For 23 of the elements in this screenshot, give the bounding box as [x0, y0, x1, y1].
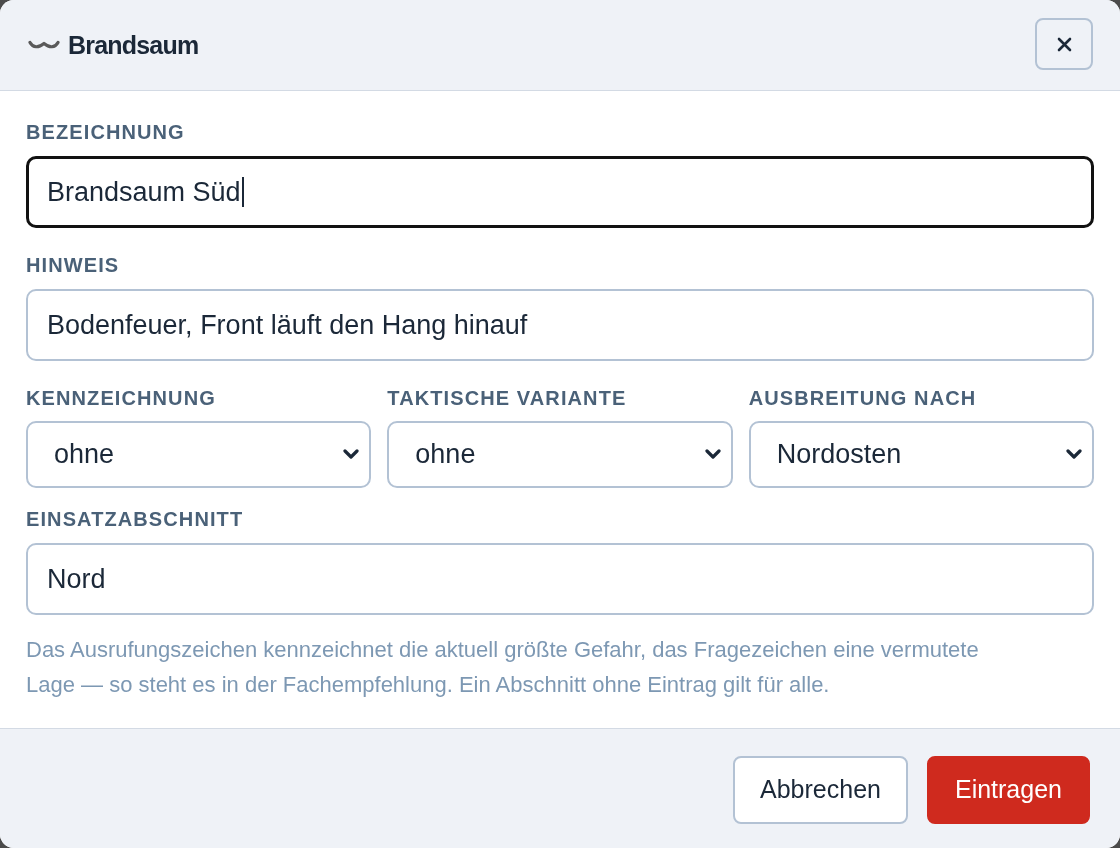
text-cursor-icon: [241, 177, 244, 207]
field-label: AUSBREITUNG NACH: [748, 386, 978, 411]
field-label: BEZEICHNUNG: [26, 120, 186, 145]
close-icon: [1056, 36, 1072, 52]
help-text: Das Ausrufungszeichen kennzeichnet die aktuell größte Gefahr, das Fragezeichen eine vermutete Lage — so steht es in der Fachempfehlung. Ein Abschnitt ohne Eintrag gilt für alle.: [26, 636, 980, 699]
text-field[interactable]: Nord: [26, 543, 1094, 615]
wave-icon: [28, 40, 60, 50]
close-button[interactable]: [1035, 18, 1093, 70]
chevron-down-icon: [1066, 449, 1082, 460]
text-field[interactable]: Brandsaum Süd: [26, 156, 1094, 228]
select-field[interactable]: ohne: [26, 421, 372, 488]
select-field[interactable]: ohne: [387, 421, 733, 488]
field-label: TAKTISCHE VARIANTE: [387, 386, 628, 411]
text-field[interactable]: Bodenfeuer, Front läuft den Hang hinauf: [26, 289, 1094, 361]
submit-button[interactable]: Eintragen: [926, 755, 1090, 824]
dialog-title: Brandsaum: [68, 30, 200, 60]
field-label: HINWEIS: [26, 253, 121, 278]
field-label: KENNZEICHNUNG: [26, 386, 217, 411]
field-label: EINSATZABSCHNITT: [26, 507, 245, 532]
chevron-down-icon: [704, 449, 721, 460]
select-field[interactable]: Nordosten: [748, 421, 1094, 488]
cancel-button[interactable]: Abbrechen: [733, 755, 908, 824]
chevron-down-icon: [343, 449, 360, 460]
